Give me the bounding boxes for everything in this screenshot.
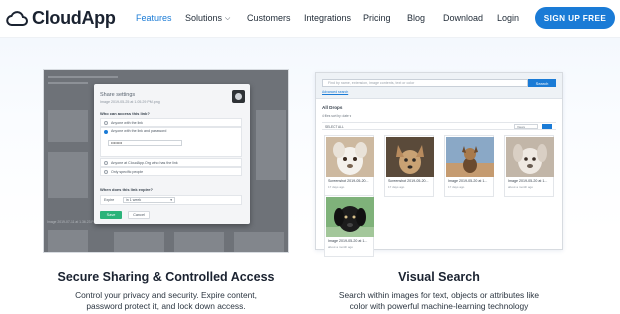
- search-input[interactable]: Find by name, extension, image contents,…: [322, 79, 528, 87]
- drop-thumbnail[interactable]: Image 2019-05-20 at 1... about a month a…: [324, 195, 374, 257]
- option-label: Anyone with the link and password: [111, 129, 167, 133]
- expiry-label: Expire: [104, 198, 115, 202]
- access-option-org[interactable]: Anyone at CloudApp.Org who has the link: [100, 158, 242, 167]
- thumbnail-caption: Image 2019-05-20 at 1...: [328, 239, 368, 243]
- dog-image: [326, 137, 374, 177]
- grid-view-icon[interactable]: [542, 124, 552, 129]
- thumbnail-caption: Image 2019-05-20 at 1...: [508, 179, 548, 183]
- nav-integrations[interactable]: Integrations: [304, 13, 351, 23]
- thumb-art: [446, 137, 494, 177]
- thumbnail-meta: 17 days ago: [388, 185, 405, 189]
- feature-title-sharing: Secure Sharing & Controlled Access: [57, 270, 275, 284]
- top-navbar: CloudApp Features Solutions ⌵ Customers I…: [0, 0, 620, 38]
- nav-solutions[interactable]: Solutions ⌵: [185, 13, 230, 24]
- description-line: password protect it, and lock down acces…: [86, 301, 246, 311]
- thumbnail-meta: about a month ago: [508, 185, 534, 189]
- radio-icon: [104, 121, 108, 125]
- background-image-tile: [256, 110, 286, 180]
- background-text-line: [48, 76, 118, 78]
- nav-pricing[interactable]: Pricing: [363, 13, 391, 23]
- chevron-down-icon: ⌵: [225, 15, 231, 22]
- nav-features[interactable]: Features: [136, 13, 172, 23]
- radio-icon: [104, 170, 108, 174]
- cloud-icon: [6, 10, 28, 26]
- thumbnail-caption: Screenshot 2019-05-20...: [388, 179, 429, 183]
- share-settings-screenshot: Image 2019-07-11 at 1.36.23 PM Share set…: [43, 69, 289, 253]
- search-button[interactable]: Search: [528, 79, 556, 87]
- dialog-title: Share settings: [100, 92, 136, 98]
- nav-login[interactable]: Login: [497, 13, 519, 23]
- background-text-line: [48, 82, 88, 84]
- thumbnail-meta: 17 days ago: [328, 185, 345, 189]
- thumb-art: [386, 137, 434, 177]
- option-label: Anyone with the link: [111, 120, 143, 125]
- feature-title-visual-search: Visual Search: [398, 270, 480, 284]
- dog-image: [386, 137, 434, 177]
- view-select[interactable]: Views: [514, 124, 538, 129]
- password-field[interactable]: ••••••••: [108, 140, 182, 146]
- nav-customers[interactable]: Customers: [247, 13, 291, 23]
- thumbnail-caption: Screenshot 2019-05-20...: [328, 179, 369, 183]
- expiry-select[interactable]: in 1 week ▾: [123, 197, 175, 203]
- drop-thumbnail[interactable]: Screenshot 2019-05-20... 17 days ago: [384, 135, 434, 197]
- dog-image: [326, 197, 374, 237]
- nav-solutions-label: Solutions: [185, 13, 223, 23]
- share-settings-dialog: Share settings Image 2019-05-25 at 1.05.…: [94, 84, 250, 224]
- drop-thumbnail[interactable]: Image 2019-05-20 at 1... about a month a…: [504, 135, 554, 197]
- search-bar-area: Find by name, extension, image contents,…: [316, 73, 562, 99]
- nav-blog[interactable]: Blog: [407, 13, 425, 23]
- drop-thumbnail[interactable]: Image 2019-05-20 at 1... 17 days ago: [444, 135, 494, 197]
- background-image-tile: [48, 230, 88, 252]
- background-image-tile: [174, 232, 224, 252]
- sign-up-button[interactable]: SIGN UP FREE: [535, 7, 615, 29]
- thumb-art: [506, 137, 554, 177]
- file-thumbnail: [232, 90, 245, 103]
- drop-thumbnail[interactable]: Screenshot 2019-05-20... 17 days ago: [324, 135, 374, 197]
- background-caption: Image 2019-07-11 at 1.36.23 PM: [47, 220, 97, 224]
- thumbnail-meta: 17 days ago: [448, 185, 465, 189]
- background-image-tile: [48, 110, 88, 142]
- option-label: Only specific people: [111, 169, 144, 174]
- background-image-tile: [234, 232, 284, 252]
- background-image-tile: [114, 232, 164, 252]
- cancel-button[interactable]: Cancel: [128, 211, 150, 219]
- option-label: Anyone at CloudApp.Org who has the link: [111, 160, 178, 165]
- select-all-button[interactable]: SELECT ALL: [325, 125, 344, 129]
- section-title: All Drops: [322, 105, 343, 110]
- background-image-tile: [48, 152, 88, 198]
- nav-download[interactable]: Download: [443, 13, 483, 23]
- selection-bar: SELECT ALL Views: [322, 122, 556, 130]
- access-option-specific[interactable]: Only specific people: [100, 167, 242, 176]
- files-sort[interactable]: 4 files sort by: date ▾: [322, 114, 351, 118]
- thumb-art: [326, 137, 374, 177]
- thumbnail-caption: Image 2019-05-20 at 1...: [448, 179, 488, 183]
- expiry-value: in 1 week: [126, 198, 142, 202]
- thumbnail-meta: about a month ago: [328, 245, 354, 249]
- dialog-subtitle: Image 2019-05-25 at 1.05.29 PM.png: [100, 100, 160, 104]
- access-question: Who can access this link?: [100, 111, 150, 116]
- description-line: Search within images for text, objects o…: [338, 290, 540, 300]
- feature-description-sharing: Control your privacy and security. Expir…: [43, 290, 289, 312]
- description-line: Control your privacy and security. Expir…: [75, 290, 257, 300]
- advanced-search-link[interactable]: Advanced search: [322, 90, 348, 94]
- logo-text: CloudApp: [32, 8, 116, 28]
- dog-image: [446, 137, 494, 177]
- dog-image: [506, 137, 554, 177]
- description-line: color with powerful machine-learning tec…: [349, 301, 529, 311]
- radio-selected-icon: [104, 130, 108, 134]
- save-button[interactable]: Save: [100, 211, 122, 219]
- visual-search-screenshot: Find by name, extension, image contents,…: [315, 72, 563, 257]
- radio-icon: [104, 161, 108, 165]
- thumb-art: [326, 197, 374, 237]
- feature-description-visual-search: Search within images for text, objects o…: [315, 290, 563, 312]
- expiry-question: When does this link expire?: [100, 187, 153, 192]
- logo[interactable]: CloudApp: [6, 8, 116, 29]
- chevron-down-icon: ▾: [170, 198, 172, 202]
- access-option-anyone[interactable]: Anyone with the link: [100, 118, 242, 127]
- expiry-row: Expire in 1 week ▾: [100, 195, 242, 205]
